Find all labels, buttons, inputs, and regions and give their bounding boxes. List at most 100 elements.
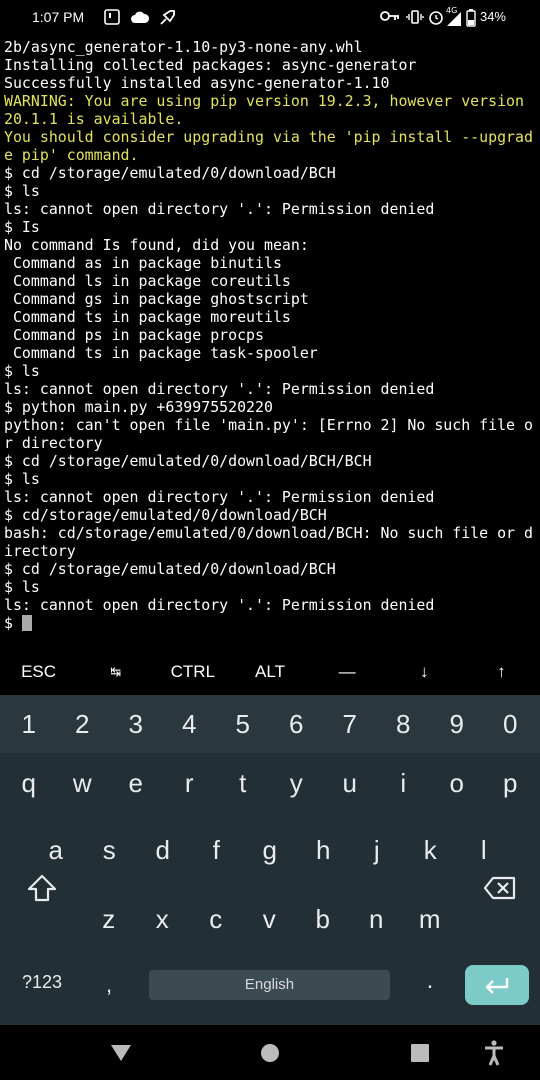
terminal-line: Command as in package binutils bbox=[4, 254, 282, 272]
esc-key[interactable]: ESC bbox=[0, 652, 77, 692]
terminal-line: 2b/async_generator-1.10-py3-none-any.whl bbox=[4, 38, 363, 56]
key-a[interactable]: a bbox=[29, 830, 83, 870]
key-icon bbox=[380, 9, 399, 27]
key-e[interactable]: e bbox=[109, 763, 163, 803]
text-cursor bbox=[21, 615, 32, 631]
key-d[interactable]: d bbox=[136, 830, 190, 870]
comma-key[interactable]: , bbox=[94, 972, 124, 1002]
key-2[interactable]: 2 bbox=[56, 704, 110, 744]
alt-key[interactable]: ALT bbox=[231, 652, 308, 692]
rocket-icon bbox=[158, 9, 176, 27]
accessibility-icon[interactable] bbox=[484, 1040, 504, 1066]
key-6[interactable]: 6 bbox=[270, 704, 324, 744]
terminal-line: $ python main.py +639975520220 bbox=[4, 398, 273, 416]
terminal-line: $ cd/storage/emulated/0/download/BCH bbox=[4, 506, 327, 524]
navigation-bar bbox=[0, 1025, 540, 1080]
terminal-line: e pip' command. bbox=[4, 146, 139, 164]
home-icon[interactable] bbox=[260, 1043, 280, 1063]
key-b[interactable]: b bbox=[296, 899, 350, 939]
vibrate-icon bbox=[406, 9, 424, 27]
terminal-line: Command ls in package coreutils bbox=[4, 272, 291, 290]
key-k[interactable]: k bbox=[404, 830, 458, 870]
symbols-key[interactable]: ?123 bbox=[8, 972, 76, 1002]
terminal-line: Installing collected packages: async-gen… bbox=[4, 56, 417, 74]
terminal-line: WARNING: You are using pip version 19.2.… bbox=[4, 92, 524, 110]
soft-keyboard: ?123 , English . 1234567890 qwertyuiop asd… bbox=[0, 695, 540, 1025]
key-3[interactable]: 3 bbox=[109, 704, 163, 744]
alarm-icon bbox=[428, 9, 446, 27]
terminal-line: $ ls bbox=[4, 362, 40, 380]
key-w[interactable]: w bbox=[56, 763, 110, 803]
key-1[interactable]: 1 bbox=[2, 704, 56, 744]
terminal-line: $ cd /storage/emulated/0/download/BCH bbox=[4, 560, 336, 578]
terminal-prompt-line[interactable]: $ bbox=[4, 614, 538, 632]
key-f[interactable]: f bbox=[190, 830, 244, 870]
notification-app-icon bbox=[104, 9, 122, 27]
space-bar[interactable]: English bbox=[149, 970, 390, 1000]
key-t[interactable]: t bbox=[216, 763, 270, 803]
key-r[interactable]: r bbox=[163, 763, 217, 803]
key-8[interactable]: 8 bbox=[377, 704, 431, 744]
key-m[interactable]: m bbox=[403, 899, 457, 939]
terminal-line: Command gs in package ghostscript bbox=[4, 290, 309, 308]
key-h[interactable]: h bbox=[297, 830, 351, 870]
key-p[interactable]: p bbox=[484, 763, 538, 803]
key-0[interactable]: 0 bbox=[484, 704, 538, 744]
cloud-icon bbox=[130, 9, 150, 27]
key-y[interactable]: y bbox=[270, 763, 324, 803]
terminal-line: python: can't open file 'main.py': [Errn… bbox=[4, 416, 533, 434]
terminal-line: ls: cannot open directory '.': Permissio… bbox=[4, 380, 435, 398]
status-time: 1:07 PM bbox=[32, 9, 85, 25]
key-n[interactable]: n bbox=[350, 899, 404, 939]
terminal-line: $ Is bbox=[4, 218, 40, 236]
key-9[interactable]: 9 bbox=[430, 704, 484, 744]
key-c[interactable]: c bbox=[189, 899, 243, 939]
key-u[interactable]: u bbox=[323, 763, 377, 803]
up-arrow-key[interactable]: ↑ bbox=[463, 652, 540, 692]
enter-key[interactable] bbox=[465, 965, 529, 1005]
terminal-line: $ ls bbox=[4, 470, 40, 488]
key-j[interactable]: j bbox=[350, 830, 404, 870]
terminal-line: 20.1.1 is available. bbox=[4, 110, 184, 128]
backspace-key-icon[interactable] bbox=[470, 875, 530, 921]
terminal-line: bash: cd/storage/emulated/0/download/BCH… bbox=[4, 524, 533, 542]
terminal-line: $ ls bbox=[4, 578, 40, 596]
terminal-line: $ ls bbox=[4, 182, 40, 200]
enter-arrow-icon bbox=[485, 978, 509, 994]
terminal-line: ls: cannot open directory '.': Permissio… bbox=[4, 596, 435, 614]
terminal-output[interactable]: 2b/async_generator-1.10-py3-none-any.whl… bbox=[4, 38, 538, 638]
terminal-prompt: $ bbox=[4, 614, 22, 632]
recents-icon[interactable] bbox=[411, 1044, 429, 1062]
terminal-line: Command ts in package moreutils bbox=[4, 308, 291, 326]
key-z[interactable]: z bbox=[82, 899, 136, 939]
status-bar: 1:07 PM 4G 34% bbox=[0, 0, 540, 36]
key-s[interactable]: s bbox=[83, 830, 137, 870]
key-4[interactable]: 4 bbox=[163, 704, 217, 744]
key-l[interactable]: l bbox=[457, 830, 511, 870]
shift-key-icon[interactable] bbox=[12, 873, 72, 919]
battery-percent: 34% bbox=[479, 9, 506, 24]
ctrl-key[interactable]: CTRL bbox=[154, 652, 231, 692]
terminal-line: ls: cannot open directory '.': Permissio… bbox=[4, 488, 435, 506]
terminal-line: $ cd /storage/emulated/0/download/BCH/BC… bbox=[4, 452, 372, 470]
key-7[interactable]: 7 bbox=[323, 704, 377, 744]
terminal-line: $ cd /storage/emulated/0/download/BCH bbox=[4, 164, 336, 182]
key-x[interactable]: x bbox=[136, 899, 190, 939]
key-g[interactable]: g bbox=[243, 830, 297, 870]
tab-key[interactable]: ↹ bbox=[77, 652, 154, 692]
terminal-line: irectory bbox=[4, 542, 76, 560]
dash-key[interactable]: — bbox=[309, 652, 386, 692]
key-q[interactable]: q bbox=[2, 763, 56, 803]
down-arrow-key[interactable]: ↓ bbox=[386, 652, 463, 692]
terminal-line: You should consider upgrading via the 'p… bbox=[4, 128, 533, 146]
key-i[interactable]: i bbox=[377, 763, 431, 803]
key-v[interactable]: v bbox=[243, 899, 297, 939]
terminal-line: ls: cannot open directory '.': Permissio… bbox=[4, 200, 435, 218]
terminal-line: Command ps in package procps bbox=[4, 326, 264, 344]
key-o[interactable]: o bbox=[430, 763, 484, 803]
back-icon[interactable] bbox=[110, 1044, 132, 1062]
terminal-line: r directory bbox=[4, 434, 103, 452]
key-5[interactable]: 5 bbox=[216, 704, 270, 744]
period-key[interactable]: . bbox=[412, 967, 448, 997]
terminal-line: Successfully installed async-generator-1… bbox=[4, 74, 390, 92]
